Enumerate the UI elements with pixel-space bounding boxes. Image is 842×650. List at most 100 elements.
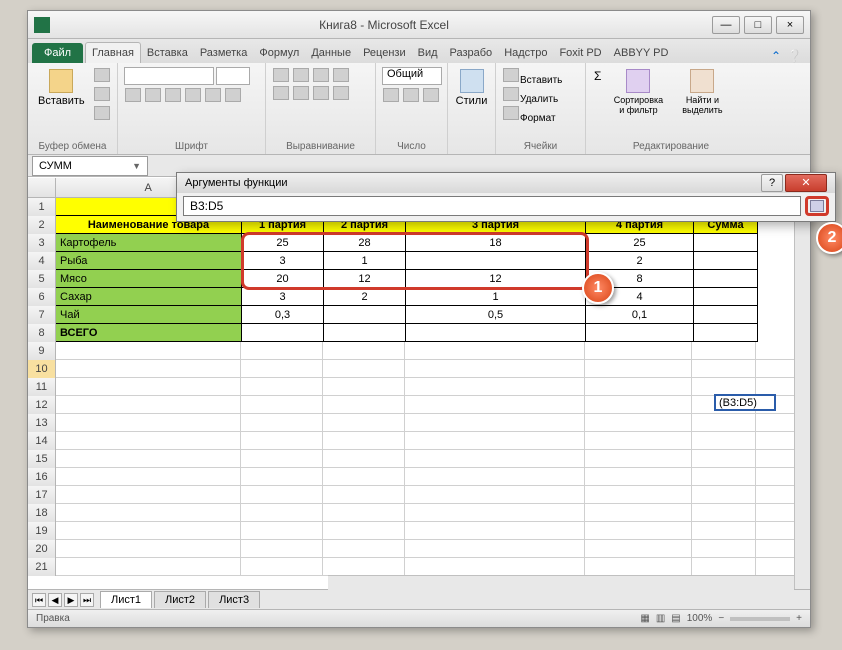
row-8[interactable]: 8 [28, 324, 56, 342]
minimize-ribbon-icon[interactable]: ⌃ [771, 49, 781, 63]
tab-abbyy[interactable]: ABBYY PD [608, 43, 675, 63]
font-selector[interactable] [124, 67, 214, 85]
align-center-icon[interactable] [293, 86, 309, 100]
total-row[interactable]: ВСЕГО [56, 324, 242, 342]
tab-review[interactable]: Рецензи [357, 43, 412, 63]
sheet-tab-1[interactable]: Лист1 [100, 591, 152, 608]
item-name[interactable]: Сахар [56, 288, 242, 306]
row-12[interactable]: 12 [28, 396, 56, 414]
tab-prev-icon[interactable]: ◀ [48, 593, 62, 607]
align-middle-icon[interactable] [293, 68, 309, 82]
file-tab[interactable]: Файл [32, 43, 83, 63]
row-1[interactable]: 1 [28, 198, 56, 216]
wrap-text-icon[interactable] [333, 68, 349, 82]
font-size-selector[interactable] [216, 67, 250, 85]
paste-button[interactable]: Вставить [34, 67, 89, 109]
row-17[interactable]: 17 [28, 486, 56, 504]
cell[interactable] [694, 306, 758, 324]
row-11[interactable]: 11 [28, 378, 56, 396]
fill-color-icon[interactable] [205, 88, 221, 102]
cell[interactable] [694, 288, 758, 306]
item-name[interactable]: Мясо [56, 270, 242, 288]
cell[interactable]: 12 [406, 270, 586, 288]
row-4[interactable]: 4 [28, 252, 56, 270]
align-top-icon[interactable] [273, 68, 289, 82]
format-painter-icon[interactable] [94, 106, 110, 120]
tab-formulas[interactable]: Формул [253, 43, 305, 63]
minimize-button[interactable]: — [712, 16, 740, 34]
align-right-icon[interactable] [313, 86, 329, 100]
select-all-corner[interactable] [28, 178, 56, 197]
tab-foxit[interactable]: Foxit PD [553, 43, 607, 63]
row-19[interactable]: 19 [28, 522, 56, 540]
row-5[interactable]: 5 [28, 270, 56, 288]
cell[interactable] [694, 324, 758, 342]
cell[interactable]: 18 [406, 234, 586, 252]
align-left-icon[interactable] [273, 86, 289, 100]
tab-view[interactable]: Вид [412, 43, 444, 63]
cut-icon[interactable] [94, 68, 110, 82]
row-15[interactable]: 15 [28, 450, 56, 468]
name-box[interactable]: СУММ ▼ [32, 156, 148, 176]
tab-dev[interactable]: Разрабо [444, 43, 499, 63]
tab-addins[interactable]: Надстро [498, 43, 553, 63]
underline-icon[interactable] [165, 88, 181, 102]
cell[interactable] [694, 270, 758, 288]
tab-data[interactable]: Данные [305, 43, 357, 63]
row-13[interactable]: 13 [28, 414, 56, 432]
delete-cells-button[interactable]: Удалить [502, 86, 579, 105]
item-name[interactable]: Чай [56, 306, 242, 324]
view-break-icon[interactable]: ▤ [671, 613, 680, 624]
close-button[interactable]: × [776, 16, 804, 34]
active-cell-F10[interactable]: (B3:D5) [714, 394, 776, 411]
cell[interactable]: 0,5 [406, 306, 586, 324]
row-9[interactable]: 9 [28, 342, 56, 360]
number-format-selector[interactable]: Общий [382, 67, 442, 85]
cell[interactable] [406, 252, 586, 270]
item-name[interactable]: Рыба [56, 252, 242, 270]
find-select-button[interactable]: Найти и выделить [673, 67, 731, 117]
cell[interactable] [324, 324, 406, 342]
comma-icon[interactable] [423, 88, 439, 102]
cell[interactable]: 1 [324, 252, 406, 270]
cell[interactable] [406, 324, 586, 342]
cell[interactable]: 2 [586, 252, 694, 270]
view-normal-icon[interactable]: ▦ [640, 613, 649, 624]
dialog-close-button[interactable]: ✕ [785, 174, 827, 192]
sort-filter-button[interactable]: Сортировка и фильтр [607, 67, 669, 117]
cell[interactable]: 25 [586, 234, 694, 252]
cell[interactable] [586, 324, 694, 342]
dialog-help-button[interactable]: ? [761, 174, 783, 192]
tab-first-icon[interactable]: ⏮ [32, 593, 46, 607]
copy-icon[interactable] [94, 87, 110, 101]
cell[interactable]: 20 [242, 270, 324, 288]
tab-insert[interactable]: Вставка [141, 43, 194, 63]
align-bottom-icon[interactable] [313, 68, 329, 82]
vertical-scrollbar[interactable] [794, 199, 810, 589]
view-layout-icon[interactable]: ▥ [656, 613, 665, 624]
zoom-out-button[interactable]: − [718, 613, 724, 624]
dialog-titlebar[interactable]: Аргументы функции ? ✕ [177, 173, 835, 193]
row-20[interactable]: 20 [28, 540, 56, 558]
row-6[interactable]: 6 [28, 288, 56, 306]
zoom-in-button[interactable]: + [796, 613, 802, 624]
border-icon[interactable] [185, 88, 201, 102]
styles-button[interactable]: Стили [454, 67, 489, 109]
cell[interactable]: 12 [324, 270, 406, 288]
tab-last-icon[interactable]: ⏭ [80, 593, 94, 607]
row-7[interactable]: 7 [28, 306, 56, 324]
cell[interactable]: 0,3 [242, 306, 324, 324]
cell[interactable] [242, 324, 324, 342]
row-10[interactable]: 10 [28, 360, 56, 378]
row-21[interactable]: 21 [28, 558, 56, 576]
currency-icon[interactable] [383, 88, 399, 102]
range-input[interactable] [183, 196, 801, 216]
font-color-icon[interactable] [225, 88, 241, 102]
cell[interactable]: 25 [242, 234, 324, 252]
row-16[interactable]: 16 [28, 468, 56, 486]
cell[interactable] [694, 234, 758, 252]
cell[interactable]: 3 [242, 252, 324, 270]
horizontal-scrollbar[interactable] [328, 575, 794, 591]
expand-dialog-button[interactable] [805, 196, 829, 216]
cell[interactable]: 28 [324, 234, 406, 252]
